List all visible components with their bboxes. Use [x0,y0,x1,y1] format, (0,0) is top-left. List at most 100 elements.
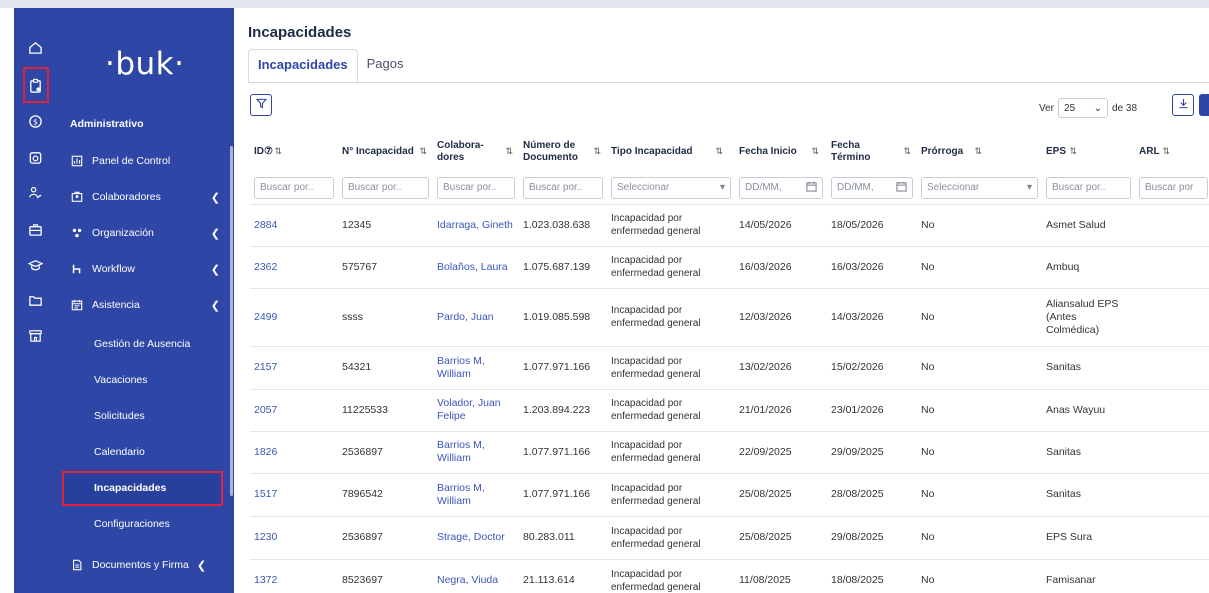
table-row[interactable]: 2362 575767 Bolaños, Laura 1.075.687.139 Inc… [250,245,1209,288]
cell-id[interactable]: 2884 [250,203,338,246]
sidebar-scrollbar[interactable] [230,146,233,496]
subitem-gestion-ausencia[interactable]: Gestión de Ausencia [94,338,224,350]
cell-id[interactable]: 2157 [250,345,338,389]
filter-fin-date[interactable]: DD/MM, [831,176,913,199]
sidebar-item-organizacion[interactable]: Organización ❮ [70,223,220,243]
table-row[interactable]: 2157 54321 Barrios M, William 1.077.971.166… [250,345,1209,389]
subitem-calendario[interactable]: Calendario [94,446,224,458]
sort-icon[interactable]: ⇅ [811,146,819,157]
clipboard-icon[interactable] [14,72,56,98]
users-icon[interactable] [14,179,56,205]
sort-icon[interactable]: ⇅ [715,146,723,157]
col-header-eps[interactable]: EPS ⇅ [1042,132,1135,172]
table-row[interactable]: 1826 2536897 Barrios M, William 1.077.971.1… [250,430,1209,473]
ver-label: Ver [1039,102,1055,114]
cell-id[interactable]: 2057 [250,388,338,431]
filter-num-input[interactable]: Buscar por.. [342,176,429,199]
subitem-solicitudes[interactable]: Solicitudes [94,410,224,422]
cell-colaborador[interactable]: Barrios M, William [433,345,519,389]
filter-inicio-date[interactable]: DD/MM, [739,176,823,199]
cell-id[interactable]: 1230 [250,515,338,559]
cell-arl [1135,388,1209,431]
tab-incapacidades[interactable]: Incapacidades [248,49,358,83]
sort-icon[interactable]: ⇅ [1069,146,1077,157]
calendar-icon[interactable] [896,181,907,195]
filter-id-input[interactable]: Buscar por.. [254,176,334,199]
chevron-left-icon: ❮ [196,559,207,572]
cell-eps: Aliansalud EPS (Antes Colmédica) [1042,287,1135,346]
cell-id[interactable]: 1517 [250,472,338,516]
logo[interactable]: ·buk· [105,46,185,82]
page-size-select[interactable]: 25 ⌄ [1058,98,1109,118]
sort-icon[interactable]: ⇅ [903,146,911,157]
subitem-vacaciones[interactable]: Vacaciones [94,374,224,386]
sidebar-item-colaboradores[interactable]: Colaboradores ❮ [70,187,220,207]
subitem-incapacidades-active-label[interactable]: Incapacidades [94,482,166,494]
sidebar-item-documentos[interactable]: Documentos y Firma ❮ [70,555,220,575]
cell-colaborador[interactable]: Bolaños, Laura [433,245,519,288]
graduation-cap-icon[interactable] [14,252,56,278]
download-button[interactable] [1172,94,1194,116]
sort-icon[interactable]: ⇅ [419,146,427,157]
cell-num: 2536897 [338,515,433,559]
table-row[interactable]: 1230 2536897 Strage, Doctor 80.283.011 Incap… [250,515,1209,559]
tab-pagos[interactable]: Pagos [358,49,413,83]
cell-tipo: Incapacidad por enfermedad general [607,245,735,288]
folder-icon[interactable] [14,287,56,313]
sort-icon[interactable]: ⇅ [1162,146,1170,157]
cell-id[interactable]: 1372 [250,558,338,593]
col-header-id[interactable]: ID⑦ ⇅ [250,132,338,172]
sidebar-item-asistencia[interactable]: Asistencia ❮ [70,295,220,315]
cell-id[interactable]: 1826 [250,430,338,473]
home-icon[interactable] [14,34,56,60]
col-header-arl[interactable]: ARL ⇅ [1135,132,1209,172]
subitem-configuraciones[interactable]: Configuraciones [94,518,224,530]
cell-colaborador[interactable]: Negra, Viuda [433,558,519,593]
calendar-icon [70,298,84,312]
filter-tipo-select[interactable]: Seleccionar ▾ [611,176,731,199]
filter-button[interactable] [250,94,272,116]
cell-colaborador[interactable]: Volador, Juan Felipe [433,388,519,431]
filter-row: Buscar por.. Buscar por.. Buscar por.. B… [250,172,1209,204]
camera-icon[interactable] [14,144,56,170]
sort-icon[interactable]: ⇅ [593,146,601,157]
sidebar-item-panel[interactable]: Panel de Control [70,151,220,171]
cell-fin: 23/01/2026 [827,388,917,431]
sort-icon[interactable]: ⇅ [974,146,982,157]
briefcase-icon[interactable] [14,216,56,242]
sort-icon[interactable]: ⇅ [274,146,282,157]
store-icon[interactable] [14,322,56,348]
cell-inicio: 16/03/2026 [735,245,827,288]
cell-documento: 1.077.971.166 [519,345,607,389]
filter-arl-input[interactable]: Buscar por [1139,176,1208,199]
table-row[interactable]: 2057 11225533 Volador, Juan Felipe 1.203.89… [250,388,1209,431]
cell-prorroga: No [917,388,1042,431]
col-header-prorroga[interactable]: Prórroga ⇅ [917,132,1042,172]
sidebar-item-workflow[interactable]: Workflow ❮ [70,259,220,279]
primary-action-button[interactable] [1199,94,1209,116]
filter-eps-input[interactable]: Buscar por.. [1046,176,1131,199]
table-row[interactable]: 1517 7896542 Barrios M, William 1.077.971.1… [250,472,1209,516]
sort-icon[interactable]: ⇅ [505,146,513,157]
cell-id[interactable]: 2499 [250,287,338,346]
cell-colaborador[interactable]: Pardo, Juan [433,287,519,346]
cell-colaborador[interactable]: Barrios M, William [433,472,519,516]
table-row[interactable]: 2499 ssss Pardo, Juan 1.019.085.598 Incapaci… [250,287,1209,346]
col-header-fin[interactable]: Fecha Término ⇅ [827,132,917,172]
filter-colab-input[interactable]: Buscar por.. [437,176,515,199]
table-row[interactable]: 1372 8523697 Negra, Viuda 21.113.614 Incapac… [250,558,1209,593]
calendar-icon[interactable] [806,181,817,195]
col-header-num[interactable]: N° Incapacidad ⇅ [338,132,433,172]
filter-doc-input[interactable]: Buscar por.. [523,176,603,199]
cell-colaborador[interactable]: Barrios M, William [433,430,519,473]
cell-id[interactable]: 2362 [250,245,338,288]
table-row[interactable]: 2884 12345 Idarraga, Gineth 1.023.038.638 In… [250,203,1209,246]
filter-prorroga-select[interactable]: Seleccionar ▾ [921,176,1038,199]
cell-colaborador[interactable]: Strage, Doctor [433,515,519,559]
col-header-doc[interactable]: Número de Documento ⇅ [519,132,607,172]
col-header-colab[interactable]: Colabora- dores ⇅ [433,132,519,172]
cell-colaborador[interactable]: Idarraga, Gineth [433,203,519,246]
dollar-icon[interactable]: $ [14,108,56,134]
col-header-inicio[interactable]: Fecha Inicio ⇅ [735,132,827,172]
col-header-tipo[interactable]: Tipo Incapacidad ⇅ [607,132,735,172]
